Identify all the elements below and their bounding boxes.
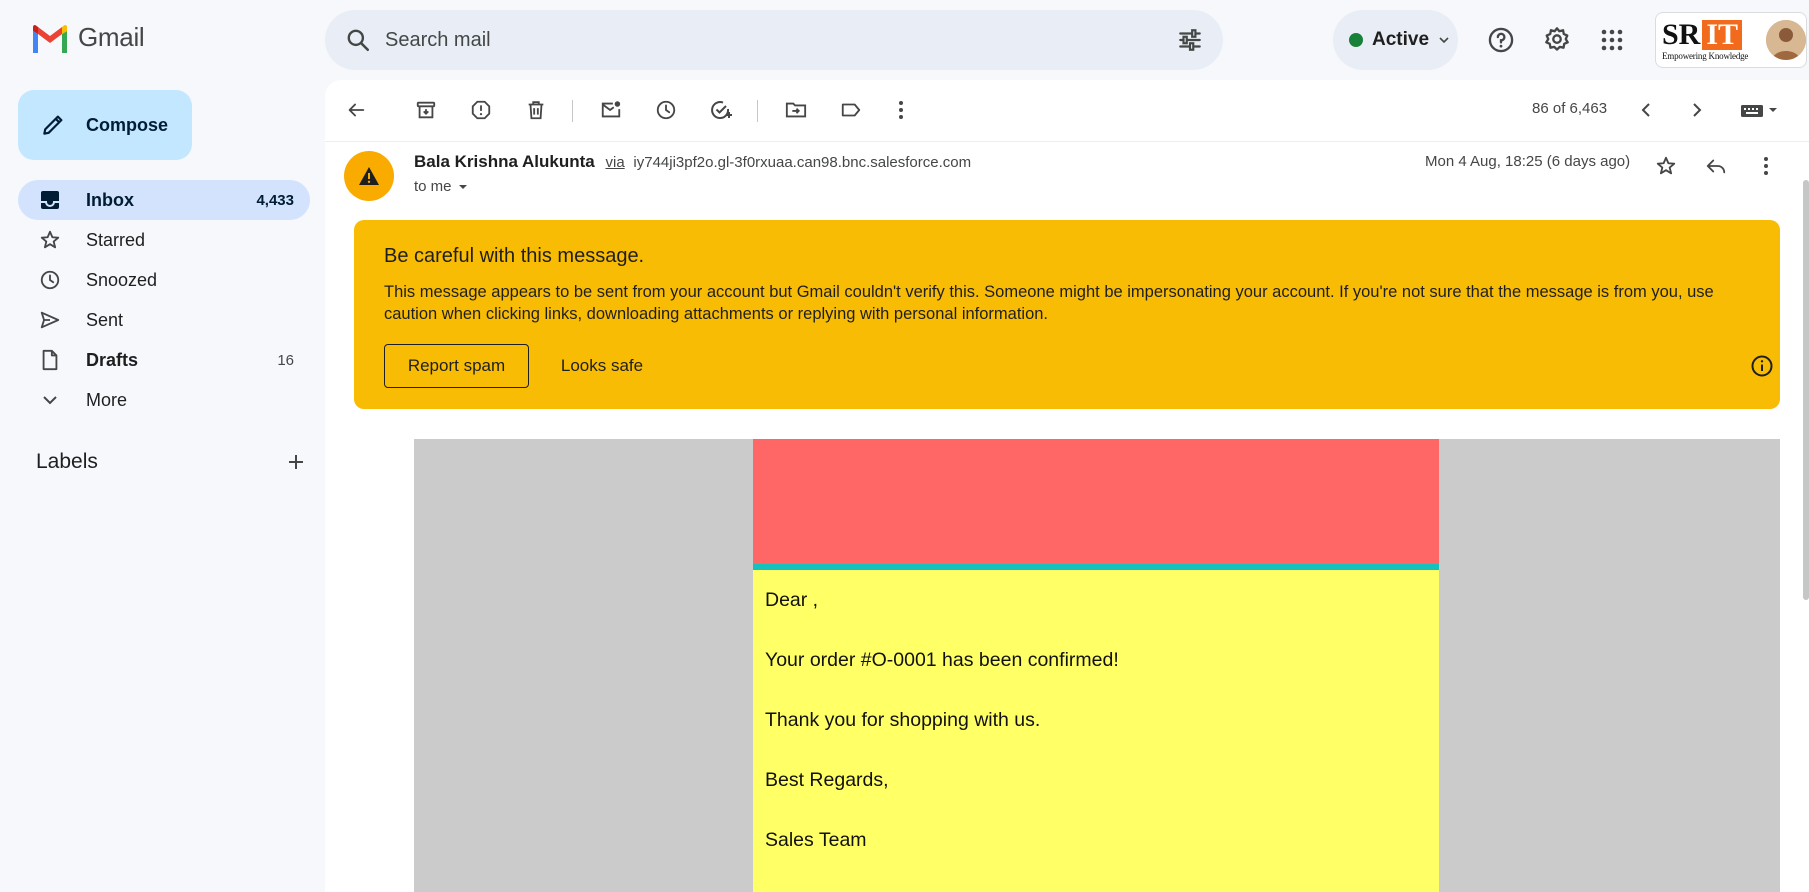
email-signature: Sales Team xyxy=(765,829,867,851)
pagination-label: 86 of 6,463 xyxy=(1532,100,1608,117)
archive-icon[interactable] xyxy=(406,90,446,130)
scrollbar[interactable] xyxy=(1803,180,1809,600)
via-link[interactable]: via xyxy=(605,154,624,171)
organization-logo: SR IT Empowering Knowledge xyxy=(1662,18,1762,62)
back-arrow-icon[interactable] xyxy=(336,90,376,130)
email-content: Dear , Your order #O-0001 has been confi… xyxy=(753,570,1439,892)
brand-sr: SR xyxy=(1662,17,1701,51)
message-toolbar: 86 of 6,463 xyxy=(325,80,1809,142)
mark-unread-icon[interactable] xyxy=(591,90,631,130)
sidebar-item-label: Snoozed xyxy=(86,269,158,290)
labels-title: Labels xyxy=(36,450,98,473)
sidebar-nav: Inbox 4,433 Starred Snoozed Sent Drafts … xyxy=(18,180,310,420)
warning-title: Be careful with this message. xyxy=(384,245,645,267)
email-line: Thank you for shopping with us. xyxy=(765,709,1041,731)
prev-icon[interactable] xyxy=(1627,90,1667,130)
email-body: Dear , Your order #O-0001 has been confi… xyxy=(414,439,1780,892)
message-pane: 86 of 6,463 Bala Krishna Alukunta via iy… xyxy=(325,80,1809,892)
sidebar-item-label: Starred xyxy=(86,229,146,250)
spoofing-warning-banner: Be careful with this message. This messa… xyxy=(354,220,1780,409)
looks-safe-button[interactable]: Looks safe xyxy=(542,344,662,388)
help-icon[interactable] xyxy=(1477,16,1525,64)
sidebar-item-starred[interactable]: Starred xyxy=(18,220,310,260)
report-spam-icon[interactable] xyxy=(461,90,501,130)
warning-body: This message appears to be sent from you… xyxy=(384,283,1714,323)
email-signoff: Best Regards, xyxy=(765,769,889,791)
status-dot xyxy=(1349,33,1363,47)
brand-tagline: Empowering Knowledge xyxy=(1662,50,1749,61)
warning-triangle-icon xyxy=(359,167,379,185)
more-vert-icon[interactable] xyxy=(1746,146,1786,186)
top-bar: Gmail Active SR IT Empowering Knowledge xyxy=(0,0,1809,80)
sidebar-item-snoozed[interactable]: Snoozed xyxy=(18,260,310,300)
next-icon[interactable] xyxy=(1676,90,1716,130)
sender-warning-avatar[interactable] xyxy=(344,151,394,201)
gmail-m-icon xyxy=(33,24,67,53)
more-vert-icon[interactable] xyxy=(881,90,921,130)
sidebar-item-drafts[interactable]: Drafts 16 xyxy=(18,340,310,380)
status-label: Active xyxy=(1372,29,1430,50)
unread-count: 4,433 xyxy=(256,191,294,209)
sidebar-item-label: Sent xyxy=(86,309,124,330)
draft-count: 16 xyxy=(277,351,294,369)
via-domain: iy744ji3pf2o.gl-3f0rxuaa.can98.bnc.sales… xyxy=(633,154,972,171)
app-name: Gmail xyxy=(78,22,145,52)
gmail-logo[interactable]: Gmail xyxy=(30,22,145,53)
compose-button[interactable]: Compose xyxy=(18,90,192,160)
sidebar-item-inbox[interactable]: Inbox 4,433 xyxy=(18,180,310,220)
toolbar-divider xyxy=(757,100,758,122)
email-banner xyxy=(753,439,1439,564)
sidebar-item-sent[interactable]: Sent xyxy=(18,300,310,340)
label-icon[interactable] xyxy=(831,90,871,130)
draft-icon xyxy=(38,348,62,372)
status-selector[interactable]: Active xyxy=(1333,10,1458,70)
sidebar-item-label: Inbox xyxy=(86,189,134,210)
brand-it: IT xyxy=(1702,19,1743,50)
email-line: Your order #O-0001 has been confirmed! xyxy=(765,649,1119,671)
chevron-down-icon xyxy=(1439,37,1449,44)
labels-header: Labels xyxy=(36,450,306,474)
apps-grid-icon[interactable] xyxy=(1588,16,1636,64)
report-spam-button[interactable]: Report spam xyxy=(384,344,529,388)
recipient-line[interactable]: to me xyxy=(414,178,470,195)
delete-icon[interactable] xyxy=(516,90,556,130)
recipient-label: to me xyxy=(414,178,452,195)
account-switcher[interactable]: SR IT Empowering Knowledge xyxy=(1655,12,1807,68)
inbox-icon xyxy=(38,188,62,212)
search-input[interactable] xyxy=(385,28,1177,52)
snooze-icon[interactable] xyxy=(646,90,686,130)
email-card: Dear , Your order #O-0001 has been confi… xyxy=(753,439,1439,892)
star-icon[interactable] xyxy=(1646,146,1686,186)
search-icon[interactable] xyxy=(345,27,371,53)
pencil-icon xyxy=(43,115,63,135)
sidebar-item-label: Drafts xyxy=(86,349,139,370)
add-task-icon[interactable] xyxy=(701,90,741,130)
chevron-down-icon xyxy=(38,388,62,412)
reply-icon[interactable] xyxy=(1696,146,1736,186)
sender-line: Bala Krishna Alukunta via iy744ji3pf2o.g… xyxy=(414,152,971,172)
caret-down-icon[interactable] xyxy=(456,180,470,194)
keyboard-icon[interactable] xyxy=(1731,90,1787,130)
star-icon xyxy=(38,228,62,252)
search-filter-icon[interactable] xyxy=(1177,27,1203,53)
message-date: Mon 4 Aug, 18:25 (6 days ago) xyxy=(1425,153,1631,170)
send-icon xyxy=(38,308,62,332)
gear-icon[interactable] xyxy=(1533,16,1581,64)
toolbar-divider xyxy=(572,100,573,122)
clock-icon xyxy=(38,268,62,292)
avatar[interactable] xyxy=(1766,20,1806,60)
sidebar-item-more[interactable]: More xyxy=(18,380,310,420)
sidebar-item-label: More xyxy=(86,389,128,410)
add-label-icon[interactable] xyxy=(286,452,306,472)
info-icon[interactable] xyxy=(1750,354,1774,378)
compose-label: Compose xyxy=(86,114,169,135)
sender-name[interactable]: Bala Krishna Alukunta xyxy=(414,152,595,171)
search-bar[interactable] xyxy=(325,10,1223,70)
move-to-icon[interactable] xyxy=(776,90,816,130)
email-greeting: Dear , xyxy=(765,589,819,611)
